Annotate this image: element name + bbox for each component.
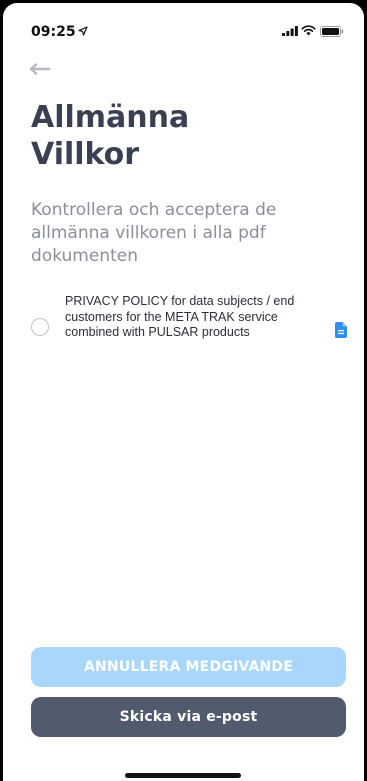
status-time: 09:25: [31, 24, 76, 40]
status-bar: 09:25: [3, 3, 364, 51]
wifi-icon: [301, 25, 316, 36]
page-subtitle: Kontrollera och acceptera de allmänna vi…: [31, 200, 277, 266]
document-accept-radio[interactable]: [31, 318, 49, 336]
app-screen: 09:25 Allmänna Villkor Kontrollera och a…: [3, 3, 364, 781]
cancel-consent-button[interactable]: ANNULLERA MEDGIVANDE: [31, 647, 346, 687]
home-indicator[interactable]: [125, 773, 241, 778]
document-row: PRIVACY POLICY for data subjects / end c…: [31, 294, 353, 369]
document-title[interactable]: PRIVACY POLICY for data subjects / end c…: [65, 294, 315, 341]
page-title: Allmänna Villkor: [31, 99, 331, 173]
page-title-line2: Villkor: [31, 137, 140, 172]
cellular-signal-icon: [282, 26, 298, 36]
send-email-button[interactable]: Skicka via e-post: [31, 697, 346, 737]
location-arrow-icon: [78, 26, 88, 36]
back-arrow-icon[interactable]: [29, 61, 51, 77]
document-icon[interactable]: [335, 322, 347, 338]
page-title-line1: Allmänna: [31, 100, 190, 135]
battery-icon: [320, 26, 344, 37]
